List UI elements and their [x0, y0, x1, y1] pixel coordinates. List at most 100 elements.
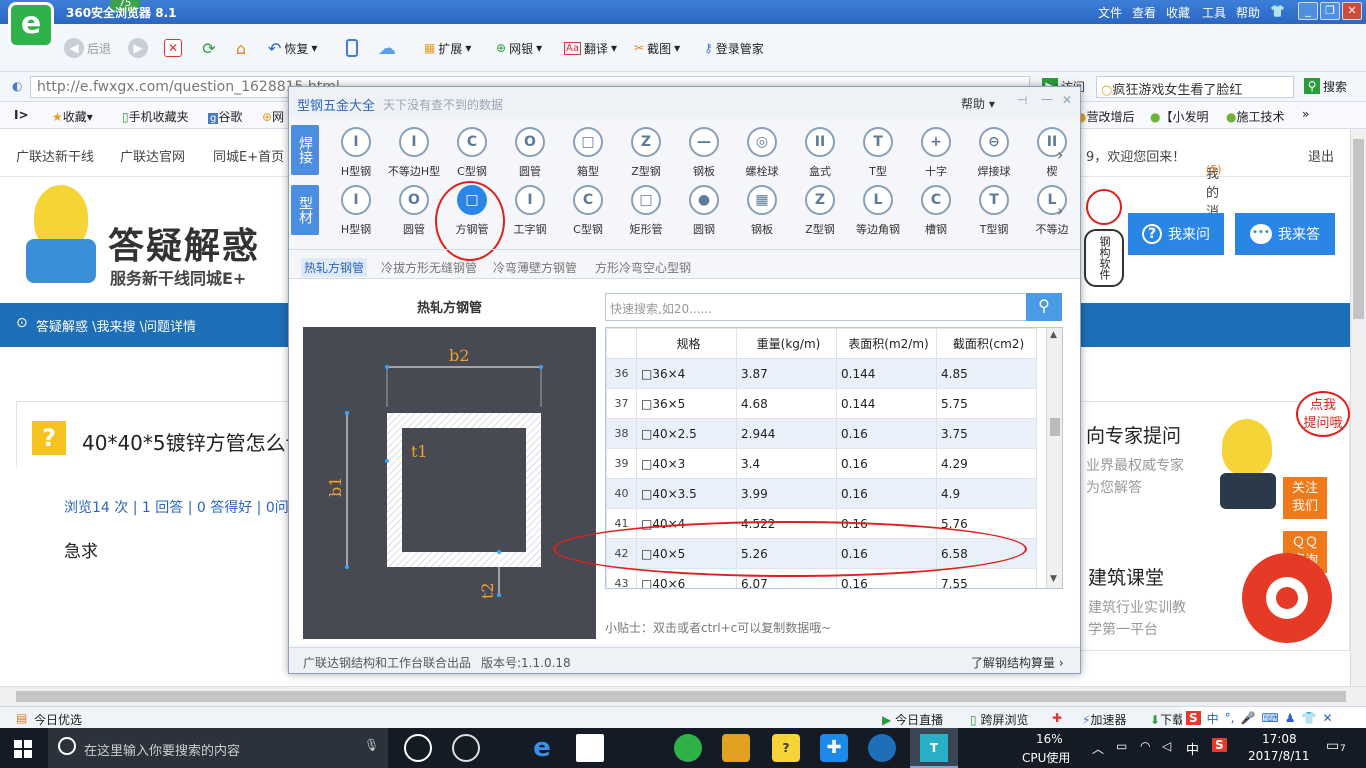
category-weld[interactable]: 焊接: [291, 125, 319, 175]
subtab-hot-rolled[interactable]: 热轧方钢管: [301, 258, 368, 277]
browser-logo-icon[interactable]: e: [8, 2, 54, 48]
col-weight[interactable]: 重量(kg/m): [736, 328, 837, 359]
store-icon[interactable]: [576, 734, 604, 762]
profile-tile[interactable]: O 圆管: [387, 185, 441, 239]
profile-tile[interactable]: ▦ 钢板: [735, 185, 789, 239]
answer-button[interactable]: ••• 我来答: [1235, 213, 1335, 255]
taskbar-search[interactable]: 在这里输入你要搜索的内容 🎙: [48, 728, 388, 768]
profile-tile[interactable]: Z Z型钢: [793, 185, 847, 239]
question-app-icon[interactable]: ?: [772, 734, 800, 762]
row-index[interactable]: 36: [606, 358, 637, 389]
app-360-icon[interactable]: [452, 734, 480, 762]
network-icon[interactable]: ▭: [1116, 739, 1127, 753]
weld-tile[interactable]: T T型: [851, 127, 905, 181]
help-menu[interactable]: 帮助 ▾: [961, 95, 995, 112]
cross-screen[interactable]: ▯ 跨屏浏览: [970, 711, 1028, 728]
quick-search-button[interactable]: ⚲: [1026, 293, 1062, 321]
notification-icon[interactable]: ▭: [1326, 738, 1339, 754]
table-scroll-thumb[interactable]: [1050, 418, 1060, 436]
subtab-cold-bent-hollow[interactable]: 方形冷弯空心型钢: [595, 259, 691, 276]
table-row[interactable]: 40 □40×3.5 3.99 0.16 4.9: [606, 478, 1037, 509]
table-row[interactable]: 36 □36×4 3.87 0.144 4.85: [606, 358, 1037, 389]
refresh-button[interactable]: ⟳: [200, 38, 218, 58]
weld-tile[interactable]: I H型钢: [329, 127, 383, 181]
cell-weight[interactable]: 3.87: [736, 358, 837, 389]
scroll-down-icon[interactable]: ▼: [1050, 574, 1057, 584]
edge-icon[interactable]: e: [528, 734, 556, 762]
cell-weight[interactable]: 3.4: [736, 448, 837, 479]
fav-net[interactable]: ⊕网: [262, 108, 284, 125]
expert-title[interactable]: 向专家提问: [1086, 421, 1181, 448]
app-minimize-icon[interactable]: —: [1041, 92, 1053, 106]
skin-icon[interactable]: 👕: [1270, 4, 1285, 18]
ime-indicator[interactable]: 中: [1186, 739, 1199, 758]
table-row[interactable]: 37 □36×5 4.68 0.144 5.75: [606, 388, 1037, 419]
profile-tile[interactable]: I H型钢: [329, 185, 383, 239]
table-row[interactable]: 39 □40×3 3.4 0.16 4.29: [606, 448, 1037, 479]
col-surface[interactable]: 表面积(m2/m): [836, 328, 937, 359]
clock-time[interactable]: 17:08: [1262, 732, 1297, 746]
subtab-cold-bent-thin[interactable]: 冷弯薄壁方钢管: [493, 259, 577, 276]
back-button[interactable]: ◀ 后退: [64, 38, 111, 58]
table-row[interactable]: 38 □40×2.5 2.944 0.16 3.75: [606, 418, 1037, 449]
vertical-scrollbar[interactable]: [1350, 129, 1366, 686]
glodon-icon[interactable]: [868, 734, 896, 762]
forward-button[interactable]: ▶: [128, 38, 148, 58]
cell-surface[interactable]: 0.16: [836, 418, 937, 449]
translate-button[interactable]: Aa 翻译 ▾: [564, 38, 617, 58]
netbank-button[interactable]: ⊕ 网银 ▾: [496, 38, 542, 58]
weld-tile[interactable]: C C型钢: [445, 127, 499, 181]
menu-favorites[interactable]: 收藏: [1166, 4, 1190, 21]
col-spec[interactable]: 规格: [636, 328, 737, 359]
fav-google[interactable]: g 谷歌: [208, 108, 242, 125]
row-index[interactable]: 40: [606, 478, 637, 509]
weld-tile[interactable]: ◎ 螺栓球: [735, 127, 789, 181]
cell-spec[interactable]: □36×5: [636, 388, 737, 419]
maximize-button[interactable]: ❐: [1320, 2, 1340, 20]
fav-collect[interactable]: ★收藏▾: [52, 108, 93, 125]
profile-tile[interactable]: C C型钢: [561, 185, 615, 239]
weld-tile[interactable]: ⊖ 焊接球: [967, 127, 1021, 181]
cell-spec[interactable]: □40×2.5: [636, 418, 737, 449]
quick-search-input[interactable]: 快速搜索,如20......: [605, 293, 1027, 321]
phone-button[interactable]: [346, 38, 358, 58]
horizontal-scrollbar[interactable]: [0, 686, 1366, 706]
follow-us-button[interactable]: 关注 我们: [1283, 477, 1327, 519]
weld-tile[interactable]: Z Z型钢: [619, 127, 673, 181]
notes-icon[interactable]: [722, 734, 750, 762]
minimize-button[interactable]: _: [1298, 2, 1318, 20]
row2-next-icon[interactable]: ›: [1057, 201, 1063, 220]
close-button[interactable]: ✕: [1342, 2, 1362, 20]
search-input[interactable]: ○疯狂游戏女生看了脸红: [1096, 76, 1294, 98]
nav-link-glodon[interactable]: 广联达官网: [120, 146, 185, 165]
ime-toolbar[interactable]: S 中 °, 🎤 ⌨ ♟ 👕 ✕: [1182, 707, 1366, 729]
cell-area[interactable]: 3.75: [936, 418, 1037, 449]
scroll-up-icon[interactable]: ▲: [1050, 330, 1057, 340]
profile-tile[interactable]: I 工字钢: [503, 185, 557, 239]
login-manager-button[interactable]: ⚷ 登录管家: [704, 38, 764, 58]
fav-construction[interactable]: ●施工技术: [1226, 108, 1285, 125]
cell-surface[interactable]: 0.144: [836, 388, 937, 419]
question-stats[interactable]: 浏览14 次 | 1 回答 | 0 答得好 | 0问: [64, 497, 289, 517]
fav-invention[interactable]: ●【小发明: [1150, 108, 1209, 125]
fav-vat[interactable]: ●营改增后: [1076, 108, 1135, 125]
cell-area[interactable]: 4.29: [936, 448, 1037, 479]
weld-tile[interactable]: II 楔: [1025, 127, 1079, 181]
row1-next-icon[interactable]: ›: [1057, 145, 1063, 164]
profile-tile[interactable]: C 槽钢: [909, 185, 963, 239]
subtab-cold-drawn[interactable]: 冷拔方形无缝钢管: [381, 259, 477, 276]
menu-tools[interactable]: 工具: [1202, 4, 1226, 21]
sogou-tray-icon[interactable]: S: [1212, 738, 1227, 752]
cell-surface[interactable]: 0.144: [836, 358, 937, 389]
search-button[interactable]: ⚲ 搜索: [1304, 78, 1347, 95]
h-scroll-thumb[interactable]: [16, 691, 1346, 702]
learn-more-link[interactable]: 了解钢结构算量 ›: [971, 654, 1064, 671]
windows-start-icon[interactable]: [14, 740, 32, 758]
weld-tile[interactable]: + 十字: [909, 127, 963, 181]
row-index[interactable]: 43: [606, 568, 637, 588]
cell-area[interactable]: 5.75: [936, 388, 1037, 419]
cloud-button[interactable]: ☁: [378, 38, 396, 59]
weld-tile[interactable]: O 圆管: [503, 127, 557, 181]
stop-button[interactable]: ✕: [164, 38, 182, 58]
wifi-icon[interactable]: ◠: [1140, 739, 1150, 753]
